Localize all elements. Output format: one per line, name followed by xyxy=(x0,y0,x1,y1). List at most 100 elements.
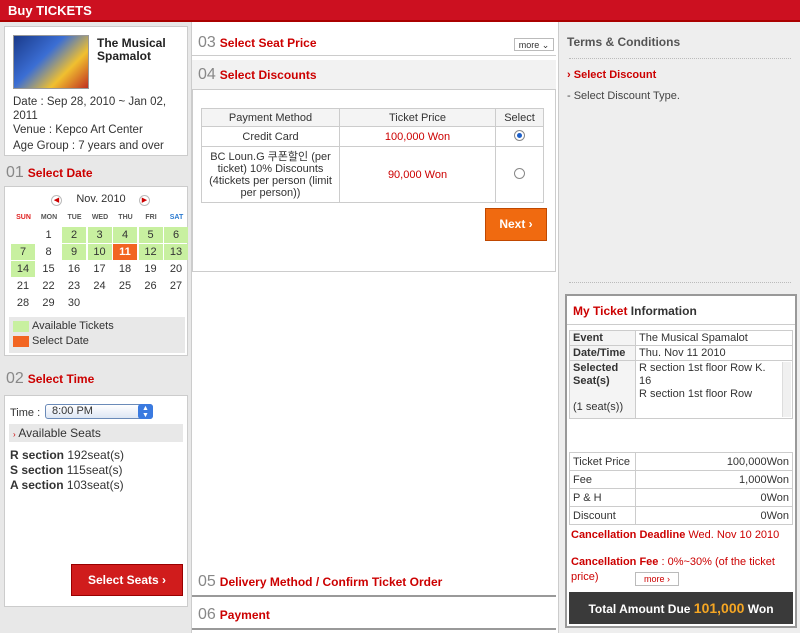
legend-selected-swatch xyxy=(13,336,29,347)
col-select: Select xyxy=(495,108,544,127)
table-row: Date/Time Thu. Nov 11 2010 xyxy=(569,345,793,361)
calendar-day-11[interactable]: 11 xyxy=(113,244,137,260)
show-info-panel: The Musical Spamalot Date : Sep 28, 2010… xyxy=(4,26,188,156)
page-header: Buy TICKETS xyxy=(0,0,800,22)
bc-discount-radio[interactable] xyxy=(514,167,525,179)
scrollbar[interactable] xyxy=(782,362,791,417)
weekday-label: FRI xyxy=(145,214,157,221)
time-panel: Time : 8:00 PM ▲ ▼ › Available Seats R se… xyxy=(4,395,188,607)
section-name: A section xyxy=(10,478,64,492)
weekday-label: SAT xyxy=(169,214,184,221)
chevron-right-icon: › xyxy=(162,573,167,587)
next-month-button[interactable]: ▶ xyxy=(139,195,150,206)
table-row: Event The Musical Spamalot xyxy=(569,330,793,346)
weekday-label: MON xyxy=(40,214,58,221)
table-row: P & H 0Won xyxy=(569,488,793,507)
panel-divider xyxy=(567,324,795,325)
calendar-day-1: 1 xyxy=(45,229,52,241)
time-label: Time : xyxy=(10,407,41,419)
calendar-day-16: 16 xyxy=(67,263,81,275)
select-arrows-icon: ▲ ▼ xyxy=(138,404,153,419)
fee-label: P & H xyxy=(569,488,636,507)
col-payment-method: Payment Method xyxy=(201,108,340,127)
show-title: The Musical Spamalot xyxy=(97,36,166,63)
right-column: Terms & Conditions › Select Discount - S… xyxy=(558,22,800,633)
select-cell xyxy=(495,126,544,147)
seat-price-more-button[interactable]: more ⌄ xyxy=(514,38,554,51)
table-row: BC Loun.G 쿠폰할인 (per ticket) 10% Discount… xyxy=(201,146,544,203)
calendar-day-2[interactable]: 2 xyxy=(62,227,86,243)
show-age: Age Group : 7 years and over xyxy=(13,140,164,152)
my-ticket-title: My Ticket Information xyxy=(573,304,697,318)
payment-method-cell: BC Loun.G 쿠폰할인 (per ticket) 10% Discount… xyxy=(201,146,340,203)
weekday-label: WED xyxy=(91,214,109,221)
section-name: S section xyxy=(10,463,64,477)
calendar-day-5[interactable]: 5 xyxy=(138,227,163,243)
calendar-day-28: 28 xyxy=(16,297,30,309)
middle-column: 03 Select Seat Price more ⌄ 04 Select Disc… xyxy=(192,22,558,633)
step-select-time-header: 02 Select Time xyxy=(6,370,95,387)
select-cell xyxy=(495,146,544,203)
calendar-day-10[interactable]: 10 xyxy=(87,244,112,260)
datetime-label: Date/Time xyxy=(569,345,636,361)
calendar-day-4[interactable]: 4 xyxy=(113,227,137,243)
next-button[interactable]: Next › xyxy=(485,208,547,241)
ticket-details-table: Event The Musical Spamalot Date/Time Thu. … xyxy=(569,330,793,419)
calendar-day-20: 20 xyxy=(169,263,183,275)
cancellation-more-button[interactable]: more › xyxy=(635,572,679,586)
section-seats: 103seat(s) xyxy=(66,478,124,492)
available-seats-bar: › Available Seats xyxy=(9,424,183,442)
table-row: Fee 1,000Won xyxy=(569,470,793,489)
show-venue: Venue : Kepco Art Center xyxy=(13,124,143,136)
calendar-day-14[interactable]: 14 xyxy=(11,261,35,277)
calendar-day-26: 26 xyxy=(144,280,157,292)
step-delivery-header[interactable]: 05 Delivery Method / Confirm Ticket Order xyxy=(198,569,442,595)
seats-count: (1 seat(s)) xyxy=(573,401,624,413)
discounts-panel: Payment Method Ticket Price Select Credi… xyxy=(192,90,556,272)
seat-entry: R section 1st floor Row K. 16 xyxy=(639,362,766,387)
calendar-day-24: 24 xyxy=(93,280,106,292)
step-payment-header[interactable]: 06 Payment xyxy=(198,602,270,628)
weekday-label: SUN xyxy=(16,214,31,221)
calendar-day-17: 17 xyxy=(93,263,106,275)
calendar-day-7[interactable]: 7 xyxy=(11,244,35,260)
credit-card-radio[interactable] xyxy=(514,129,525,141)
cancellation-deadline: Cancellation Deadline Wed. Nov 10 2010 xyxy=(571,529,780,541)
calendar-day-13[interactable]: 13 xyxy=(164,244,188,260)
bullet-icon: › xyxy=(13,430,16,439)
event-label: Event xyxy=(569,330,636,346)
seats-list[interactable]: R section 1st floor Row K. 16 R section … xyxy=(635,360,793,419)
cancellation-fee: Cancellation Fee : 0%~30% (of the ticket… xyxy=(571,556,775,583)
calendar-day-30: 30 xyxy=(67,297,81,309)
chevron-right-icon: › xyxy=(667,574,671,584)
calendar-day-8: 8 xyxy=(45,246,52,258)
step-payment-row: 06 Payment xyxy=(192,600,556,630)
fee-value: 0Won xyxy=(635,506,793,525)
calendar-day-3[interactable]: 3 xyxy=(87,227,112,243)
legend-available-swatch xyxy=(13,321,29,332)
section-name: R section xyxy=(10,448,65,462)
step-seat-price-header[interactable]: 03 Select Seat Price xyxy=(198,30,317,56)
calendar-day-9[interactable]: 9 xyxy=(62,244,86,260)
calendar-day-6[interactable]: 6 xyxy=(164,227,188,243)
total-amount-value: 101,000 xyxy=(693,600,745,616)
calendar-day-15: 15 xyxy=(42,263,55,275)
discount-table-header: Payment Method Ticket Price Select xyxy=(201,108,544,127)
calendar-day-12[interactable]: 12 xyxy=(138,244,163,260)
ticket-price-cell: 90,000 Won xyxy=(339,146,496,203)
left-column: The Musical Spamalot Date : Sep 28, 2010… xyxy=(0,22,192,633)
seat-section-row: R section 192seat(s) xyxy=(10,448,124,463)
discount-table: Payment Method Ticket Price Select Credi… xyxy=(201,108,544,203)
step-seat-price-row: 03 Select Seat Price more ⌄ xyxy=(192,30,556,56)
step-select-date-header: 01 Select Date xyxy=(6,164,93,181)
calendar-day-25: 25 xyxy=(118,280,132,292)
calendar-day-23: 23 xyxy=(67,280,81,292)
calendar-month: Nov. 2010 xyxy=(76,193,126,205)
chevron-down-icon: ⌄ xyxy=(541,40,550,50)
seats-label-cell: Selected Seat(s) (1 seat(s)) xyxy=(569,360,636,419)
select-seats-button[interactable]: Select Seats › xyxy=(71,564,183,596)
calendar-day-18: 18 xyxy=(118,263,132,275)
step-delivery-row: 05 Delivery Method / Confirm Ticket Order xyxy=(192,567,556,597)
time-select[interactable]: 8:00 PM ▲ ▼ xyxy=(45,404,153,419)
terms-text: - Select Discount Type. xyxy=(567,90,680,102)
